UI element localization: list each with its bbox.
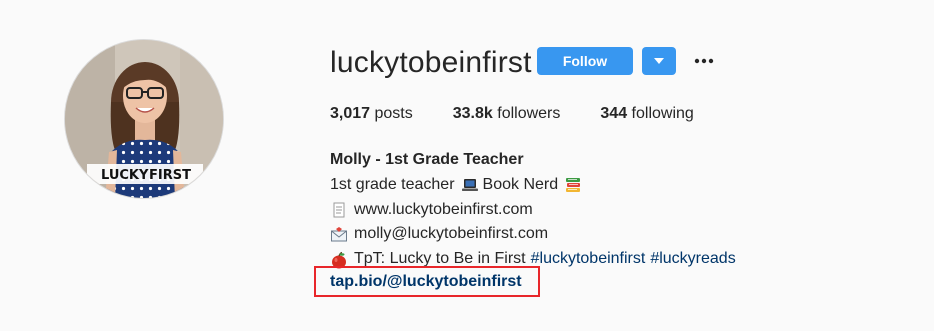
bio-line-description: 1st grade teacher Book Nerd: [330, 173, 890, 198]
bio: Molly - 1st Grade Teacher 1st grade teac…: [330, 148, 890, 272]
bio-website-text: www.luckytobeinfirst.com: [354, 200, 533, 218]
bio-book-nerd-text: Book Nerd: [482, 175, 559, 193]
followers-label: followers: [497, 105, 561, 122]
ellipsis-icon: [694, 58, 714, 64]
chevron-down-icon: [654, 57, 664, 64]
books-icon: [566, 178, 581, 193]
bio-description-text: 1st grade teacher: [330, 175, 455, 193]
avatar-image: LUCKY FIRST: [65, 40, 223, 198]
posts-count: 3,017: [330, 105, 371, 122]
followers-count: 33.8k: [452, 105, 493, 122]
following-count: 344: [600, 105, 628, 122]
avatar-watermark-right: FIRST: [149, 168, 191, 183]
suggestions-dropdown-button[interactable]: [642, 47, 676, 75]
page-icon: [333, 202, 345, 218]
bio-line-website: www.luckytobeinfirst.com: [330, 198, 890, 223]
bio-line-email: molly@luckytobeinfirst.com: [330, 222, 890, 247]
username: luckytobeinfirst: [330, 46, 532, 79]
follow-button[interactable]: Follow: [537, 47, 633, 75]
profile-stats: 3,017 posts 33.8k followers 344 followin…: [330, 104, 734, 124]
posts-label: posts: [374, 105, 413, 122]
envelope-icon: [331, 226, 347, 242]
full-name: Molly - 1st Grade Teacher: [330, 151, 524, 168]
followers-stat[interactable]: 33.8k followers: [453, 104, 561, 124]
bio-email-text: molly@luckytobeinfirst.com: [354, 225, 549, 243]
posts-stat: 3,017 posts: [330, 104, 413, 124]
following-label: following: [631, 105, 694, 122]
hashtag-link-luckytobeinfirst[interactable]: #luckytobeinfirst: [531, 247, 646, 272]
more-options-button[interactable]: [692, 49, 716, 73]
external-bio-link[interactable]: tap.bio/@luckytobeinfirst: [330, 272, 522, 292]
avatar-watermark-left: LUCKY: [101, 168, 149, 183]
avatar[interactable]: LUCKY FIRST: [64, 39, 224, 199]
following-stat[interactable]: 344 following: [600, 104, 693, 124]
profile-header: LUCKY FIRST luckytobeinfirst Follow 3,01…: [0, 0, 934, 331]
laptop-icon: [461, 179, 478, 192]
hashtag-link-luckyreads[interactable]: #luckyreads: [650, 247, 735, 272]
